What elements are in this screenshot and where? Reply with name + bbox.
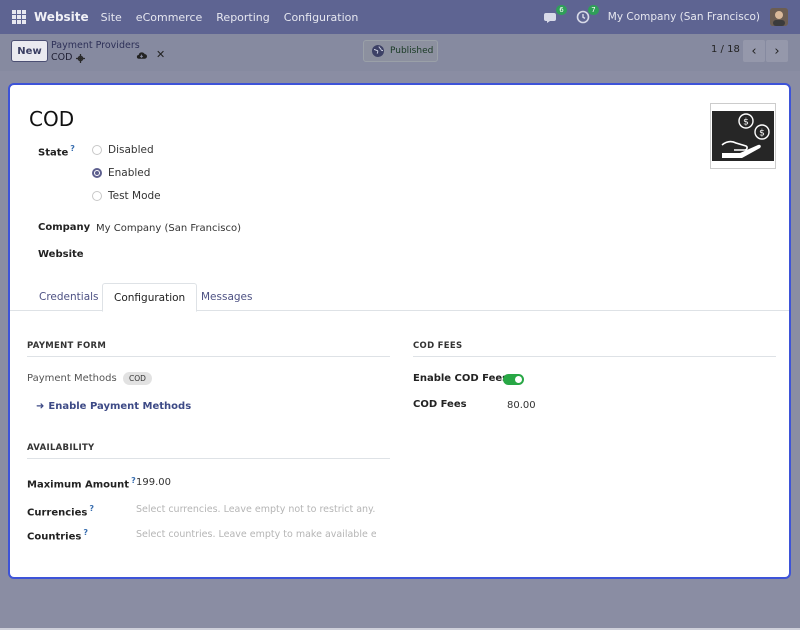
payment-methods-label: Payment Methods (27, 373, 117, 384)
pager-previous-button[interactable]: ‹ (743, 40, 765, 62)
radio-enabled-label: Enabled (108, 167, 151, 179)
menu-item-ecommerce[interactable]: eCommerce (136, 11, 202, 24)
countries-input[interactable]: Select countries. Leave empty to make av… (136, 529, 376, 540)
maximum-amount-label: Maximum Amount? (27, 476, 136, 490)
currencies-help-icon[interactable]: ? (89, 504, 94, 513)
notebook-tabs: Credentials Configuration Messages (10, 283, 789, 312)
breadcrumb-parent[interactable]: Payment Providers (51, 40, 140, 52)
menu-item-site[interactable]: Site (101, 11, 122, 24)
state-label-text: State (38, 147, 69, 159)
activity-badge: 7 (588, 5, 599, 15)
systray: 6 7 My Company (San Francisco) (543, 5, 788, 26)
svg-text:$: $ (759, 129, 765, 139)
company-label: Company (38, 222, 91, 233)
tab-configuration[interactable]: Configuration (102, 283, 198, 312)
state-help-icon[interactable]: ? (70, 144, 75, 153)
gear-icon[interactable] (76, 53, 86, 63)
countries-label: Countries? (27, 528, 88, 542)
payment-method-tag[interactable]: COD (123, 372, 152, 385)
website-label: Website (38, 249, 84, 260)
pager-value[interactable]: 1 / 18 (711, 44, 740, 55)
radio-disabled[interactable] (92, 145, 102, 155)
currencies-label-text: Currencies (27, 507, 88, 519)
state-option-test-mode[interactable]: Test Mode (92, 190, 161, 202)
activity-clock-icon[interactable]: 7 (576, 5, 599, 24)
published-button[interactable]: Published (363, 40, 438, 62)
apps-grid-icon[interactable] (12, 10, 26, 24)
company-field[interactable]: My Company (San Francisco) (96, 223, 241, 234)
maximum-amount-label-text: Maximum Amount (27, 479, 130, 491)
enable-cod-fees-toggle[interactable] (503, 374, 524, 385)
breadcrumb: Payment Providers COD (51, 40, 140, 64)
radio-disabled-label: Disabled (108, 144, 154, 156)
maximum-amount-field[interactable]: 199.00 (136, 477, 171, 488)
main-menu: Site eCommerce Reporting Configuration (101, 11, 373, 24)
app-brand[interactable]: Website (34, 10, 89, 24)
messages-icon[interactable]: 6 (543, 5, 567, 24)
cod-fees-field[interactable]: 80.00 (507, 400, 536, 411)
provider-image[interactable]: $ $ (710, 103, 776, 169)
record-title[interactable]: COD (29, 107, 74, 131)
globe-icon (372, 45, 384, 57)
top-navbar: Website Site eCommerce Reporting Configu… (0, 0, 800, 34)
new-button[interactable]: New (11, 40, 48, 62)
breadcrumb-current: COD (51, 52, 140, 64)
arrow-right-icon: ➜ (36, 401, 45, 412)
pager-next-button[interactable]: › (766, 40, 788, 62)
cloud-save-icon[interactable] (136, 51, 147, 60)
messages-badge: 6 (556, 5, 567, 15)
company-switcher[interactable]: My Company (San Francisco) (608, 11, 760, 23)
currencies-input[interactable]: Select currencies. Leave empty not to re… (136, 504, 386, 515)
enable-payment-methods-link[interactable]: ➜ Enable Payment Methods (36, 401, 191, 412)
form-sheet: COD $ $ State? Disabled Enabled Test Mod… (8, 83, 791, 579)
availability-section-title: AVAILABILITY (27, 443, 390, 459)
countries-label-text: Countries (27, 531, 82, 543)
menu-item-configuration[interactable]: Configuration (284, 11, 359, 24)
cod-fees-label: COD Fees (413, 399, 467, 410)
cash-on-delivery-icon: $ $ (712, 111, 774, 161)
tab-credentials[interactable]: Credentials (28, 283, 110, 311)
menu-item-reporting[interactable]: Reporting (216, 11, 269, 24)
countries-help-icon[interactable]: ? (83, 528, 88, 537)
cod-fees-section-title: COD FEES (413, 341, 776, 357)
user-avatar[interactable] (770, 8, 788, 26)
currencies-label: Currencies? (27, 504, 94, 518)
radio-test-mode[interactable] (92, 191, 102, 201)
tab-messages[interactable]: Messages (190, 283, 264, 311)
breadcrumb-current-label: COD (51, 52, 73, 63)
radio-test-mode-label: Test Mode (108, 190, 161, 202)
svg-text:$: $ (743, 118, 749, 128)
enable-cod-fees-label: Enable COD Fees (413, 373, 509, 384)
published-label: Published (390, 46, 434, 56)
state-option-enabled[interactable]: Enabled (92, 167, 150, 179)
radio-enabled[interactable] (92, 168, 102, 178)
enable-payment-methods-label: Enable Payment Methods (48, 401, 192, 412)
payment-form-section-title: PAYMENT FORM (27, 341, 390, 357)
state-option-disabled[interactable]: Disabled (92, 144, 154, 156)
state-label: State? (38, 144, 75, 158)
discard-icon[interactable]: ✕ (156, 49, 166, 60)
